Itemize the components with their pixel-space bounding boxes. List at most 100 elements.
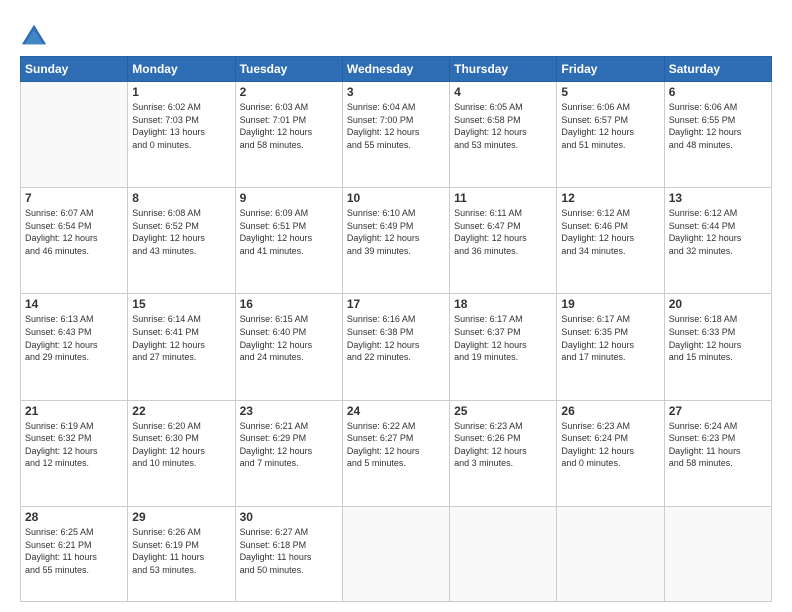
week-row-3: 14 Sunrise: 6:13 AM Sunset: 6:43 PM Dayli… bbox=[21, 294, 772, 400]
day-info: Sunrise: 6:16 AM Sunset: 6:38 PM Dayligh… bbox=[347, 313, 445, 363]
calendar-cell: 24 Sunrise: 6:22 AM Sunset: 6:27 PM Dayli… bbox=[342, 400, 449, 506]
calendar-cell: 19 Sunrise: 6:17 AM Sunset: 6:35 PM Dayli… bbox=[557, 294, 664, 400]
calendar-cell: 29 Sunrise: 6:26 AM Sunset: 6:19 PM Dayli… bbox=[128, 506, 235, 601]
week-row-1: 1 Sunrise: 6:02 AM Sunset: 7:03 PM Daylig… bbox=[21, 82, 772, 188]
calendar-cell: 8 Sunrise: 6:08 AM Sunset: 6:52 PM Daylig… bbox=[128, 188, 235, 294]
calendar-cell: 13 Sunrise: 6:12 AM Sunset: 6:44 PM Dayli… bbox=[664, 188, 771, 294]
col-saturday: Saturday bbox=[664, 57, 771, 82]
day-info: Sunrise: 6:15 AM Sunset: 6:40 PM Dayligh… bbox=[240, 313, 338, 363]
day-number: 30 bbox=[240, 510, 338, 524]
day-info: Sunrise: 6:27 AM Sunset: 6:18 PM Dayligh… bbox=[240, 526, 338, 576]
calendar-cell: 27 Sunrise: 6:24 AM Sunset: 6:23 PM Dayli… bbox=[664, 400, 771, 506]
calendar-cell: 17 Sunrise: 6:16 AM Sunset: 6:38 PM Dayli… bbox=[342, 294, 449, 400]
col-tuesday: Tuesday bbox=[235, 57, 342, 82]
calendar-cell: 5 Sunrise: 6:06 AM Sunset: 6:57 PM Daylig… bbox=[557, 82, 664, 188]
calendar-cell: 28 Sunrise: 6:25 AM Sunset: 6:21 PM Dayli… bbox=[21, 506, 128, 601]
day-number: 9 bbox=[240, 191, 338, 205]
day-info: Sunrise: 6:13 AM Sunset: 6:43 PM Dayligh… bbox=[25, 313, 123, 363]
calendar-cell: 23 Sunrise: 6:21 AM Sunset: 6:29 PM Dayli… bbox=[235, 400, 342, 506]
week-row-2: 7Sunrise: 6:07 AM Sunset: 6:54 PM Daylig… bbox=[21, 188, 772, 294]
day-number: 16 bbox=[240, 297, 338, 311]
day-number: 15 bbox=[132, 297, 230, 311]
day-info: Sunrise: 6:12 AM Sunset: 6:46 PM Dayligh… bbox=[561, 207, 659, 257]
logo-icon bbox=[20, 22, 48, 50]
calendar-cell: 30 Sunrise: 6:27 AM Sunset: 6:18 PM Dayli… bbox=[235, 506, 342, 601]
col-sunday: Sunday bbox=[21, 57, 128, 82]
day-info: Sunrise: 6:19 AM Sunset: 6:32 PM Dayligh… bbox=[25, 420, 123, 470]
day-info: Sunrise: 6:06 AM Sunset: 6:57 PM Dayligh… bbox=[561, 101, 659, 151]
col-thursday: Thursday bbox=[450, 57, 557, 82]
day-info: Sunrise: 6:02 AM Sunset: 7:03 PM Dayligh… bbox=[132, 101, 230, 151]
col-monday: Monday bbox=[128, 57, 235, 82]
day-number: 21 bbox=[25, 404, 123, 418]
day-info: Sunrise: 6:09 AM Sunset: 6:51 PM Dayligh… bbox=[240, 207, 338, 257]
calendar-cell: 16 Sunrise: 6:15 AM Sunset: 6:40 PM Dayli… bbox=[235, 294, 342, 400]
logo bbox=[20, 22, 52, 50]
day-info: Sunrise: 6:20 AM Sunset: 6:30 PM Dayligh… bbox=[132, 420, 230, 470]
day-info: Sunrise: 6:23 AM Sunset: 6:24 PM Dayligh… bbox=[561, 420, 659, 470]
day-number: 28 bbox=[25, 510, 123, 524]
calendar-cell: 4 Sunrise: 6:05 AM Sunset: 6:58 PM Daylig… bbox=[450, 82, 557, 188]
day-number: 25 bbox=[454, 404, 552, 418]
calendar-cell bbox=[342, 506, 449, 601]
day-info: Sunrise: 6:12 AM Sunset: 6:44 PM Dayligh… bbox=[669, 207, 767, 257]
day-info: Sunrise: 6:17 AM Sunset: 6:37 PM Dayligh… bbox=[454, 313, 552, 363]
day-info: Sunrise: 6:10 AM Sunset: 6:49 PM Dayligh… bbox=[347, 207, 445, 257]
day-info: Sunrise: 6:26 AM Sunset: 6:19 PM Dayligh… bbox=[132, 526, 230, 576]
day-number: 17 bbox=[347, 297, 445, 311]
day-info: Sunrise: 6:03 AM Sunset: 7:01 PM Dayligh… bbox=[240, 101, 338, 151]
day-number: 14 bbox=[25, 297, 123, 311]
calendar-cell: 11Sunrise: 6:11 AM Sunset: 6:47 PM Dayli… bbox=[450, 188, 557, 294]
day-info: Sunrise: 6:25 AM Sunset: 6:21 PM Dayligh… bbox=[25, 526, 123, 576]
day-info: Sunrise: 6:23 AM Sunset: 6:26 PM Dayligh… bbox=[454, 420, 552, 470]
day-info: Sunrise: 6:08 AM Sunset: 6:52 PM Dayligh… bbox=[132, 207, 230, 257]
day-number: 4 bbox=[454, 85, 552, 99]
calendar-cell: 12 Sunrise: 6:12 AM Sunset: 6:46 PM Dayli… bbox=[557, 188, 664, 294]
calendar-cell bbox=[450, 506, 557, 601]
day-info: Sunrise: 6:21 AM Sunset: 6:29 PM Dayligh… bbox=[240, 420, 338, 470]
day-number: 22 bbox=[132, 404, 230, 418]
calendar-cell: 25 Sunrise: 6:23 AM Sunset: 6:26 PM Dayli… bbox=[450, 400, 557, 506]
day-number: 12 bbox=[561, 191, 659, 205]
day-number: 23 bbox=[240, 404, 338, 418]
day-info: Sunrise: 6:05 AM Sunset: 6:58 PM Dayligh… bbox=[454, 101, 552, 151]
calendar-cell: 10 Sunrise: 6:10 AM Sunset: 6:49 PM Dayli… bbox=[342, 188, 449, 294]
day-number: 1 bbox=[132, 85, 230, 99]
day-info: Sunrise: 6:17 AM Sunset: 6:35 PM Dayligh… bbox=[561, 313, 659, 363]
day-number: 13 bbox=[669, 191, 767, 205]
day-number: 19 bbox=[561, 297, 659, 311]
header bbox=[20, 18, 772, 50]
calendar-cell: 22 Sunrise: 6:20 AM Sunset: 6:30 PM Dayli… bbox=[128, 400, 235, 506]
day-number: 8 bbox=[132, 191, 230, 205]
calendar-cell: 2 Sunrise: 6:03 AM Sunset: 7:01 PM Daylig… bbox=[235, 82, 342, 188]
day-info: Sunrise: 6:24 AM Sunset: 6:23 PM Dayligh… bbox=[669, 420, 767, 470]
calendar-cell: 20Sunrise: 6:18 AM Sunset: 6:33 PM Dayli… bbox=[664, 294, 771, 400]
calendar-cell: 18Sunrise: 6:17 AM Sunset: 6:37 PM Dayli… bbox=[450, 294, 557, 400]
col-wednesday: Wednesday bbox=[342, 57, 449, 82]
calendar-cell: 14 Sunrise: 6:13 AM Sunset: 6:43 PM Dayli… bbox=[21, 294, 128, 400]
header-row: Sunday Monday Tuesday Wednesday Thursday… bbox=[21, 57, 772, 82]
day-number: 5 bbox=[561, 85, 659, 99]
day-info: Sunrise: 6:11 AM Sunset: 6:47 PM Dayligh… bbox=[454, 207, 552, 257]
day-number: 24 bbox=[347, 404, 445, 418]
calendar-cell: 15Sunrise: 6:14 AM Sunset: 6:41 PM Dayli… bbox=[128, 294, 235, 400]
calendar-cell bbox=[557, 506, 664, 601]
day-number: 6 bbox=[669, 85, 767, 99]
day-number: 7 bbox=[25, 191, 123, 205]
day-number: 29 bbox=[132, 510, 230, 524]
calendar-cell: 9 Sunrise: 6:09 AM Sunset: 6:51 PM Daylig… bbox=[235, 188, 342, 294]
day-number: 20 bbox=[669, 297, 767, 311]
day-number: 3 bbox=[347, 85, 445, 99]
day-number: 27 bbox=[669, 404, 767, 418]
day-number: 26 bbox=[561, 404, 659, 418]
calendar-cell bbox=[21, 82, 128, 188]
calendar-cell: 7Sunrise: 6:07 AM Sunset: 6:54 PM Daylig… bbox=[21, 188, 128, 294]
day-number: 2 bbox=[240, 85, 338, 99]
day-number: 10 bbox=[347, 191, 445, 205]
page: Sunday Monday Tuesday Wednesday Thursday… bbox=[0, 0, 792, 612]
day-info: Sunrise: 6:06 AM Sunset: 6:55 PM Dayligh… bbox=[669, 101, 767, 151]
calendar-cell: 3Sunrise: 6:04 AM Sunset: 7:00 PM Daylig… bbox=[342, 82, 449, 188]
week-row-5: 28 Sunrise: 6:25 AM Sunset: 6:21 PM Dayli… bbox=[21, 506, 772, 601]
day-info: Sunrise: 6:22 AM Sunset: 6:27 PM Dayligh… bbox=[347, 420, 445, 470]
calendar-cell bbox=[664, 506, 771, 601]
